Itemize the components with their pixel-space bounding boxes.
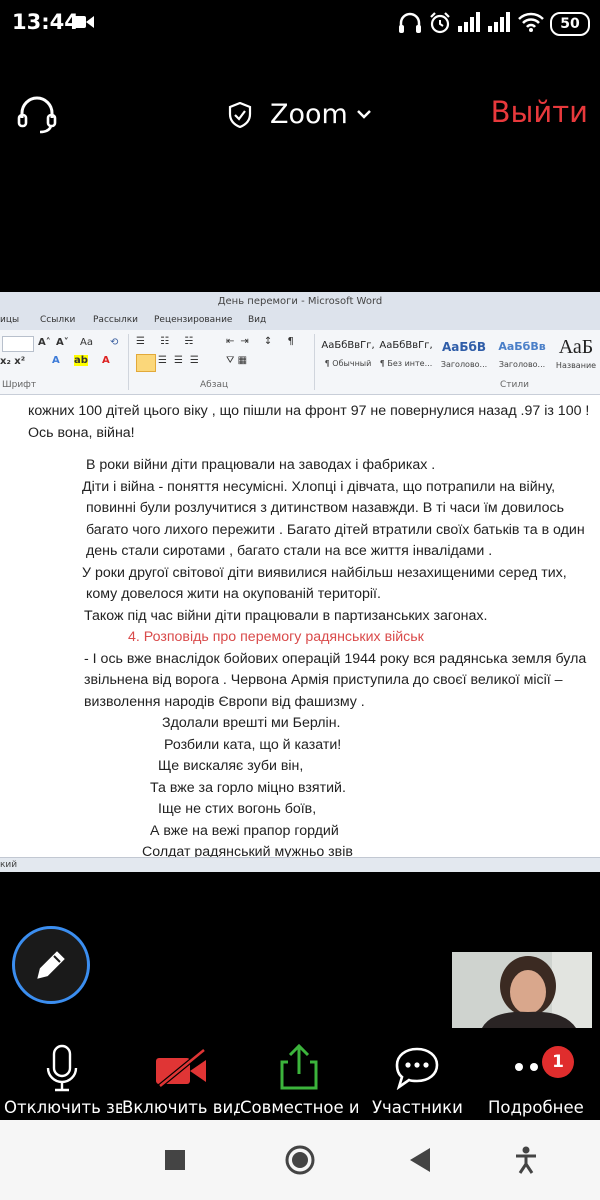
style-no-spacing: АаБбВвГг, ¶ Без инте... [379,340,433,368]
document-line: - І ось вже внаслідок бойових операцій 1… [84,651,587,667]
notification-badge: 1 [542,1046,574,1078]
signal-2-icon [488,12,510,32]
status-bar: 13:44 50 [0,0,600,46]
ribbon-tab: Ссылки [40,315,76,325]
document-line: день стали сиротами , багато стали на вс… [86,543,493,559]
poem-line: Здолали врешті ми Берлін. [162,715,341,731]
self-video-thumbnail[interactable] [452,952,592,1028]
document-line: Діти і війна - поняття несумісні. Хлопці… [82,479,556,495]
shrink-font-icon: A˅ [56,337,69,348]
ribbon-tab: Рассылки [93,315,138,325]
indent-buttons: ⇤⇥ ↕ ¶ [226,336,300,347]
video-off-icon [156,1048,206,1088]
word-status-text: кий [0,860,18,870]
pencil-icon [37,951,65,979]
participant-video [452,952,592,1028]
more-button[interactable]: Подробнее [480,1040,600,1120]
participants-button[interactable]: Участники [360,1040,478,1120]
poem-line: Ще вискаляє зуби він, [158,758,304,774]
video-button[interactable]: Включить видео [122,1040,240,1120]
grow-font-icon: A˄ [38,337,51,348]
wifi-icon [518,12,544,32]
shield-icon [228,102,252,128]
share-label: Совместное использование [240,1098,358,1117]
video-label: Включить видео [122,1098,240,1117]
document-line: повинні були розлучитися з дитинством на… [86,500,565,516]
leave-button[interactable]: Выйти [491,95,588,129]
align-buttons: ☰☰☰ [158,355,206,366]
highlight-icon: ab [74,355,88,366]
share-icon [280,1043,318,1090]
document-line: Також під час війни діти працювали в пар… [84,608,488,624]
ribbon-tabs: ицы Ссылки Рассылки Рецензирование Вид [0,310,600,330]
poem-line: А вже на вежі прапор гордий [150,823,339,839]
status-time: 13:44 [12,10,79,34]
list-buttons: ☰ ☷ ☵ [136,336,200,347]
document-line: кому довелося жити на окупованій територ… [86,586,381,602]
participants-label: Участники [372,1098,463,1117]
microphone-icon [46,1044,78,1092]
meeting-title-button[interactable]: Zoom [214,98,384,134]
window-title: День перемоги - Microsoft Word [0,292,600,310]
back-triangle-icon[interactable] [410,1148,432,1172]
poem-line: Розбили ката, що й казати! [164,737,342,753]
more-label: Подробнее [488,1098,584,1117]
system-nav-bar [0,1120,600,1200]
shading-icon: ⛛ ▦ [226,355,248,366]
clear-format-icon: ⟲ [110,337,119,348]
ribbon-tab: ицы [0,315,20,325]
home-circle-icon[interactable] [284,1144,316,1176]
document-line: В роки війни діти працювали на заводах і… [86,457,436,473]
meeting-toolbar: Отключить звук Включить видео Совместное… [0,1040,600,1120]
text-effects-icon: A [52,355,60,366]
style-normal: АаБбВвГг, ¶ Обычный [321,340,375,368]
headphones-icon [399,12,421,33]
section-heading: 4. Розповідь про перемогу радянських вій… [128,629,424,645]
font-size-box [2,336,34,352]
document-line: визволення народів Європи від фашизму . [84,694,365,710]
mute-label: Отключить звук [4,1098,122,1117]
align-left-icon [136,354,156,372]
word-status-bar: кий [0,857,600,872]
meeting-header: Zoom Выйти [0,80,600,150]
ribbon: A˄ A˅ Aa ⟲ x₂ x² A ab A Шрифт ☰ ☷ ☵ ⇤⇥ ↕… [0,330,600,395]
strikethrough-icon: x₂ x² [0,356,26,367]
chat-bubble-icon [395,1047,439,1090]
annotate-button[interactable] [12,926,90,1004]
paragraph-group-label: Абзац [200,380,229,390]
style-heading-2: АаБбВв Заголово... [498,340,546,369]
ribbon-tab: Рецензирование [154,315,233,325]
share-button[interactable]: Совместное использование [240,1040,358,1120]
battery-indicator: 50 [550,12,590,36]
document-line: кожних 100 дітей цього віку , що пішли н… [28,403,590,419]
video-record-icon [72,16,94,28]
headset-icon[interactable] [16,94,58,136]
alarm-icon [430,12,450,34]
signal-icon [458,12,480,32]
meeting-title: Zoom [270,99,348,130]
ribbon-tab: Вид [248,315,267,325]
document-line: Ось вона, війна! [28,425,135,441]
chevron-down-icon [357,110,371,119]
stop-square-icon[interactable] [165,1150,185,1170]
document-line: багато чого лихого пережити . Багато діт… [86,522,585,538]
document-page: кожних 100 дітей цього віку , що пішли н… [0,395,600,860]
font-group-label: Шрифт [2,380,37,390]
mute-button[interactable]: Отключить звук [0,1040,122,1120]
styles-group-label: Стили [500,380,529,390]
style-heading-1: АаБбВ Заголово... [440,340,488,369]
document-line: У роки другої світової діти виявилися на… [82,565,567,581]
change-case-icon: Aa [80,337,93,348]
style-title: АаБ Название [555,336,597,370]
document-line: звільнена від ворога . Червона Армія при… [84,672,563,688]
font-color-icon: A [102,355,110,366]
shared-screen: День перемоги - Microsoft Word ицы Ссылк… [0,292,600,872]
poem-line: Та вже за горло міцно взятий. [150,780,346,796]
poem-line: Іще не стих вогонь боїв, [158,801,317,817]
accessibility-icon[interactable] [514,1146,538,1174]
